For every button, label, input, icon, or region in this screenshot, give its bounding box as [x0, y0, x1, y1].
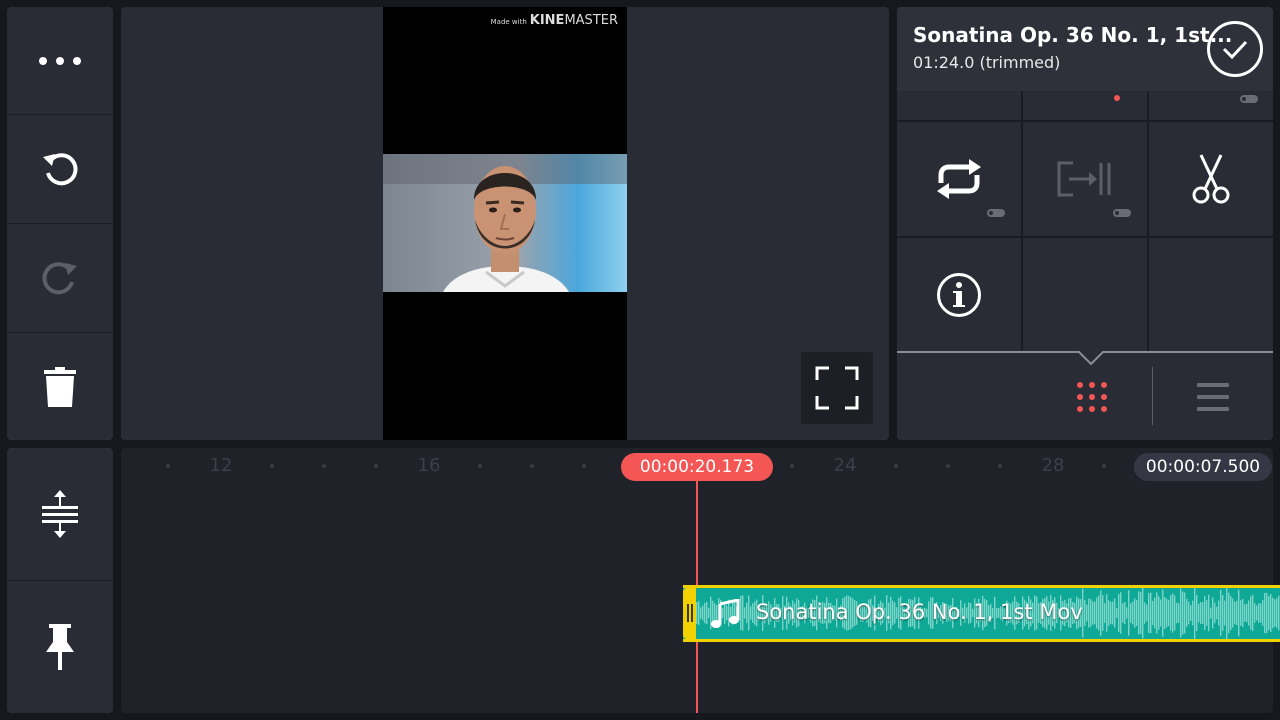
extend-to-end-icon: [1057, 161, 1111, 197]
tab-divider: [1152, 367, 1153, 425]
kinemaster-watermark: Made with KINEMASTER: [490, 13, 618, 28]
more-button[interactable]: [7, 7, 113, 114]
scrolled-row-indicator: [1114, 95, 1120, 101]
preview-frame-image: [383, 154, 627, 292]
loop-button[interactable]: [897, 122, 1021, 236]
expand-vertical-icon: [42, 490, 78, 538]
list-icon: [1197, 383, 1229, 411]
split-button[interactable]: [1149, 122, 1273, 236]
redo-button[interactable]: [7, 224, 113, 332]
ruler-label: 16: [417, 455, 441, 476]
ruler-label: 28: [1041, 455, 1065, 476]
tab-list[interactable]: [1180, 367, 1246, 427]
loop-toggle[interactable]: [987, 209, 1005, 217]
ruler-label: 24: [833, 455, 857, 476]
clip-duration-badge: 00:00:07.500: [1134, 453, 1272, 481]
more-horizontal-icon: [39, 56, 81, 65]
clip-title: Sonatina Op. 36 No. 1, 1st...: [913, 23, 1233, 47]
undo-button[interactable]: [7, 115, 113, 223]
info-icon: [937, 272, 981, 317]
clip-trim-handle[interactable]: [683, 588, 696, 639]
tab-pointer-line: [897, 351, 1273, 366]
grid-dots-icon: [1077, 382, 1107, 412]
audio-clip[interactable]: Sonatina Op. 36 No. 1, 1st Mov: [683, 585, 1280, 642]
loop-icon: [937, 159, 981, 199]
fullscreen-button[interactable]: [801, 352, 873, 424]
playhead-time[interactable]: 00:00:20.173: [621, 453, 773, 481]
clip-duration: 01:24.0 (trimmed): [913, 53, 1061, 72]
extend-button[interactable]: [1023, 122, 1147, 236]
redo-icon: [42, 262, 77, 295]
check-icon: [1222, 40, 1248, 60]
fullscreen-icon: [815, 366, 859, 410]
pin-icon: [46, 624, 74, 670]
info-button[interactable]: [897, 238, 1021, 351]
video-preview[interactable]: Made with KINEMASTER: [383, 7, 627, 440]
pin-button[interactable]: [7, 581, 113, 713]
trash-icon: [44, 366, 76, 407]
ruler-label: 12: [209, 455, 233, 476]
scissors-icon: [1192, 154, 1230, 204]
scrolled-row-toggle: [1240, 95, 1258, 103]
preview-area: Made with KINEMASTER: [121, 7, 889, 440]
confirm-button[interactable]: [1207, 21, 1263, 77]
clip-options-panel: Sonatina Op. 36 No. 1, 1st... 01:24.0 (t…: [897, 7, 1273, 440]
expand-timeline-button[interactable]: [7, 448, 113, 580]
clip-header: Sonatina Op. 36 No. 1, 1st... 01:24.0 (t…: [897, 7, 1273, 91]
left-toolbar: [7, 7, 113, 440]
extend-toggle[interactable]: [1113, 209, 1131, 217]
music-note-icon: [711, 599, 740, 628]
panel-tab-bar: [897, 351, 1273, 440]
timeline-toolbar: [7, 448, 113, 713]
audio-clip-label: Sonatina Op. 36 No. 1, 1st Mov: [756, 600, 1083, 624]
tab-grid[interactable]: [1057, 367, 1127, 427]
undo-icon: [43, 153, 78, 186]
delete-button[interactable]: [7, 333, 113, 440]
